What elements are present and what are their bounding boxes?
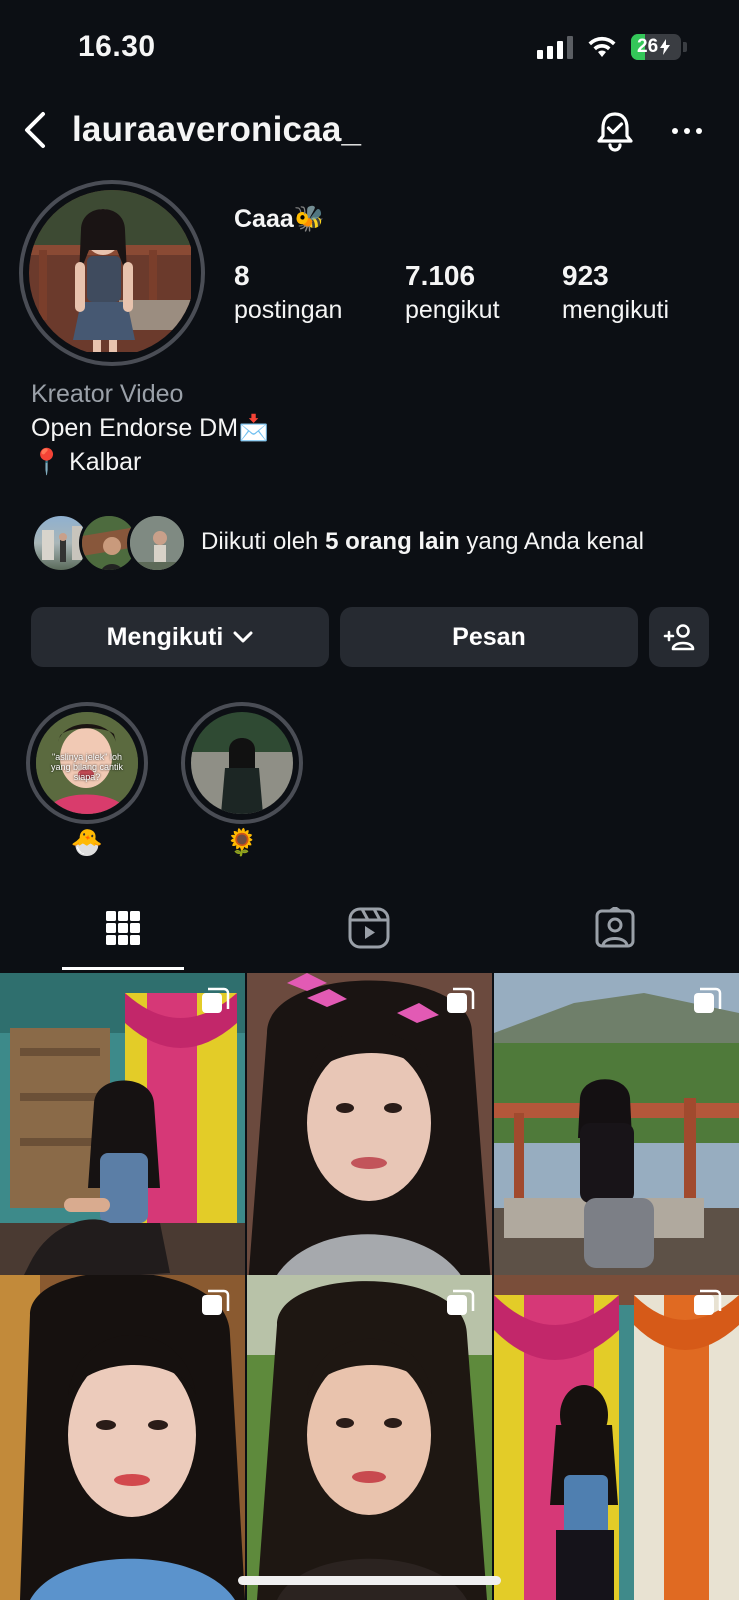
carousel-icon	[447, 987, 475, 1013]
stat-followers-value: 7.106	[405, 260, 476, 291]
more-dot-icon	[672, 128, 678, 134]
post-thumbnail[interactable]	[0, 973, 245, 1298]
story-highlight[interactable]: "aslinya jelek" loh yang bilang cantik s…	[26, 702, 148, 824]
back-button[interactable]	[14, 108, 54, 152]
carousel-icon	[202, 987, 230, 1013]
stat-following[interactable]: 923 mengikuti	[562, 260, 669, 325]
status-time: 16.30	[78, 30, 156, 63]
bell-check-icon	[597, 112, 633, 152]
story-highlight[interactable]	[181, 702, 303, 824]
status-icons: 26	[537, 34, 687, 60]
mutual-count: 5 orang lain	[325, 528, 460, 555]
profile-category: Kreator Video	[31, 380, 184, 408]
mutual-suffix: yang Anda kenal	[459, 528, 644, 555]
carousel-icon	[694, 987, 722, 1013]
highlight-label: 🌻	[225, 827, 259, 857]
following-button-label: Mengikuti	[106, 622, 224, 651]
add-person-icon	[663, 624, 695, 651]
profile-tabs	[0, 885, 739, 971]
more-dot-icon	[696, 128, 702, 134]
highlight-cover: "aslinya jelek" loh yang bilang cantik s…	[36, 712, 138, 814]
tab-reels[interactable]	[246, 885, 492, 971]
more-options-button[interactable]	[664, 108, 710, 154]
battery-icon: 26	[631, 34, 681, 60]
grid-icon	[106, 911, 140, 945]
stat-following-value: 923	[562, 260, 609, 291]
carousel-icon	[447, 1289, 475, 1315]
following-button[interactable]: Mengikuti	[31, 607, 329, 667]
status-bar: 16.30 26	[0, 0, 739, 100]
posts-grid	[0, 973, 739, 1600]
mutual-avatar	[127, 513, 187, 573]
chevron-down-icon	[233, 631, 253, 643]
stat-posts[interactable]: 8 postingan	[234, 260, 342, 325]
stat-posts-label: postingan	[234, 296, 343, 324]
message-button[interactable]: Pesan	[340, 607, 638, 667]
post-thumbnail[interactable]	[494, 973, 739, 1298]
chevron-left-icon	[25, 112, 45, 148]
tagged-icon	[595, 907, 635, 948]
profile-header: lauraaveronicaa_	[0, 100, 739, 162]
mutual-followers-avatars[interactable]	[31, 513, 187, 573]
stat-posts-value: 8	[234, 260, 250, 291]
profile-avatar[interactable]	[19, 180, 205, 366]
highlight-cover	[191, 712, 293, 814]
mutual-prefix: Diikuti oleh	[201, 528, 326, 555]
display-name: Caaa🐝	[234, 205, 325, 233]
post-thumbnail[interactable]	[247, 973, 492, 1298]
more-dot-icon	[684, 128, 690, 134]
stat-following-label: mengikuti	[562, 296, 669, 324]
home-indicator[interactable]	[238, 1576, 501, 1585]
highlight-label: 🐣	[70, 827, 104, 857]
post-thumbnail[interactable]	[494, 1275, 739, 1600]
tab-posts[interactable]	[0, 885, 246, 971]
highlight-caption: "aslinya jelek" loh yang bilang cantik s…	[50, 752, 124, 782]
post-thumbnail[interactable]	[0, 1275, 245, 1600]
notifications-bell-button[interactable]	[592, 108, 638, 154]
stat-followers[interactable]: 7.106 pengikut	[405, 260, 500, 325]
cellular-signal-icon	[537, 35, 573, 59]
active-tab-indicator	[62, 967, 184, 970]
message-button-label: Pesan	[452, 622, 526, 651]
bio-line: Open Endorse DM📩	[31, 414, 270, 442]
profile-username: lauraaveronicaa_	[72, 110, 362, 149]
reels-icon	[348, 907, 390, 949]
post-thumbnail[interactable]	[247, 1275, 492, 1600]
carousel-icon	[694, 1289, 722, 1315]
wifi-icon	[588, 36, 616, 57]
mutual-followers-text[interactable]: Diikuti oleh 5 orang lain yang Anda kena…	[201, 528, 644, 556]
tab-tagged[interactable]	[492, 885, 738, 971]
suggested-users-button[interactable]	[649, 607, 709, 667]
avatar-photo	[29, 190, 195, 356]
carousel-icon	[202, 1289, 230, 1315]
bio-line: 📍 Kalbar	[31, 448, 142, 476]
battery-level: 26	[637, 36, 659, 57]
stat-followers-label: pengikut	[405, 296, 500, 324]
